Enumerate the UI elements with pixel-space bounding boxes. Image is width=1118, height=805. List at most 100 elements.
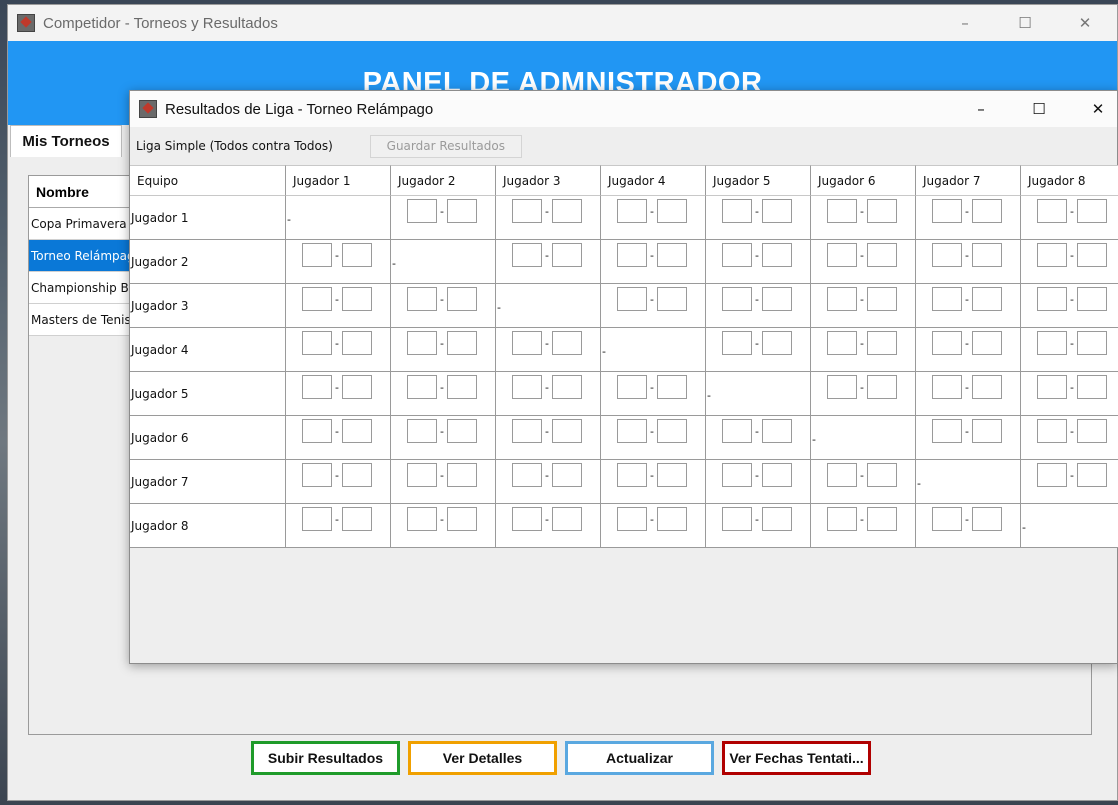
- dialog-close-icon[interactable]: ✕: [1073, 91, 1118, 127]
- home-score-input[interactable]: [512, 375, 542, 399]
- away-score-input[interactable]: [447, 463, 477, 487]
- away-score-input[interactable]: [867, 375, 897, 399]
- maximize-icon[interactable]: ☐: [1002, 5, 1048, 41]
- home-score-input[interactable]: [617, 199, 647, 223]
- away-score-input[interactable]: [552, 199, 582, 223]
- away-score-input[interactable]: [1077, 243, 1107, 267]
- home-score-input[interactable]: [1037, 243, 1067, 267]
- home-score-input[interactable]: [512, 463, 542, 487]
- away-score-input[interactable]: [447, 375, 477, 399]
- home-score-input[interactable]: [827, 375, 857, 399]
- away-score-input[interactable]: [762, 419, 792, 443]
- home-score-input[interactable]: [617, 463, 647, 487]
- home-score-input[interactable]: [932, 243, 962, 267]
- home-score-input[interactable]: [302, 243, 332, 267]
- home-score-input[interactable]: [932, 199, 962, 223]
- away-score-input[interactable]: [762, 463, 792, 487]
- tournament-row-selected[interactable]: Torneo Relámpago: [29, 240, 129, 272]
- dialog-minimize-icon[interactable]: –: [956, 91, 1006, 127]
- home-score-input[interactable]: [722, 199, 752, 223]
- home-score-input[interactable]: [1037, 375, 1067, 399]
- away-score-input[interactable]: [342, 507, 372, 531]
- column-header-player[interactable]: Jugador 5: [706, 165, 811, 196]
- away-score-input[interactable]: [447, 507, 477, 531]
- away-score-input[interactable]: [552, 331, 582, 355]
- away-score-input[interactable]: [657, 419, 687, 443]
- away-score-input[interactable]: [342, 463, 372, 487]
- view-dates-button[interactable]: Ver Fechas Tentati...: [722, 741, 871, 775]
- away-score-input[interactable]: [762, 199, 792, 223]
- away-score-input[interactable]: [342, 243, 372, 267]
- column-header-player[interactable]: Jugador 2: [391, 165, 496, 196]
- away-score-input[interactable]: [1077, 375, 1107, 399]
- tournament-row[interactable]: Championship Ba: [29, 272, 129, 304]
- upload-results-button[interactable]: Subir Resultados: [251, 741, 400, 775]
- home-score-input[interactable]: [512, 507, 542, 531]
- away-score-input[interactable]: [972, 243, 1002, 267]
- main-titlebar[interactable]: Competidor - Torneos y Resultados – ☐ ✕: [8, 5, 1117, 41]
- home-score-input[interactable]: [512, 199, 542, 223]
- home-score-input[interactable]: [1037, 331, 1067, 355]
- column-header-nombre[interactable]: Nombre: [29, 176, 129, 208]
- save-results-button[interactable]: Guardar Resultados: [369, 134, 522, 158]
- away-score-input[interactable]: [1077, 287, 1107, 311]
- away-score-input[interactable]: [1077, 463, 1107, 487]
- view-details-button[interactable]: Ver Detalles: [408, 741, 557, 775]
- home-score-input[interactable]: [512, 243, 542, 267]
- home-score-input[interactable]: [1037, 419, 1067, 443]
- away-score-input[interactable]: [972, 419, 1002, 443]
- column-header-player[interactable]: Jugador 7: [916, 165, 1021, 196]
- home-score-input[interactable]: [827, 507, 857, 531]
- home-score-input[interactable]: [407, 199, 437, 223]
- column-header-equipo[interactable]: Equipo: [130, 165, 286, 196]
- tournament-row[interactable]: Copa Primavera 2: [29, 208, 129, 240]
- away-score-input[interactable]: [552, 507, 582, 531]
- away-score-input[interactable]: [657, 463, 687, 487]
- column-header-player[interactable]: Jugador 6: [811, 165, 916, 196]
- away-score-input[interactable]: [342, 287, 372, 311]
- away-score-input[interactable]: [342, 331, 372, 355]
- home-score-input[interactable]: [1037, 287, 1067, 311]
- tournament-row[interactable]: Masters de Tenis: [29, 304, 129, 336]
- column-header-player[interactable]: Jugador 8: [1021, 165, 1118, 196]
- away-score-input[interactable]: [657, 375, 687, 399]
- away-score-input[interactable]: [657, 199, 687, 223]
- away-score-input[interactable]: [867, 287, 897, 311]
- home-score-input[interactable]: [617, 375, 647, 399]
- away-score-input[interactable]: [867, 199, 897, 223]
- away-score-input[interactable]: [972, 287, 1002, 311]
- away-score-input[interactable]: [972, 199, 1002, 223]
- home-score-input[interactable]: [302, 375, 332, 399]
- away-score-input[interactable]: [342, 375, 372, 399]
- home-score-input[interactable]: [722, 331, 752, 355]
- dialog-maximize-icon[interactable]: ☐: [1014, 91, 1064, 127]
- home-score-input[interactable]: [932, 331, 962, 355]
- home-score-input[interactable]: [932, 419, 962, 443]
- home-score-input[interactable]: [617, 243, 647, 267]
- home-score-input[interactable]: [827, 243, 857, 267]
- refresh-button[interactable]: Actualizar: [565, 741, 714, 775]
- away-score-input[interactable]: [762, 331, 792, 355]
- home-score-input[interactable]: [407, 463, 437, 487]
- home-score-input[interactable]: [827, 199, 857, 223]
- home-score-input[interactable]: [827, 287, 857, 311]
- away-score-input[interactable]: [762, 287, 792, 311]
- away-score-input[interactable]: [762, 243, 792, 267]
- home-score-input[interactable]: [932, 287, 962, 311]
- home-score-input[interactable]: [617, 287, 647, 311]
- away-score-input[interactable]: [552, 419, 582, 443]
- home-score-input[interactable]: [827, 463, 857, 487]
- away-score-input[interactable]: [447, 419, 477, 443]
- away-score-input[interactable]: [552, 463, 582, 487]
- home-score-input[interactable]: [932, 507, 962, 531]
- home-score-input[interactable]: [1037, 199, 1067, 223]
- home-score-input[interactable]: [407, 507, 437, 531]
- column-header-player[interactable]: Jugador 3: [496, 165, 601, 196]
- home-score-input[interactable]: [512, 419, 542, 443]
- home-score-input[interactable]: [722, 243, 752, 267]
- home-score-input[interactable]: [932, 375, 962, 399]
- home-score-input[interactable]: [722, 507, 752, 531]
- home-score-input[interactable]: [722, 419, 752, 443]
- away-score-input[interactable]: [867, 463, 897, 487]
- home-score-input[interactable]: [302, 507, 332, 531]
